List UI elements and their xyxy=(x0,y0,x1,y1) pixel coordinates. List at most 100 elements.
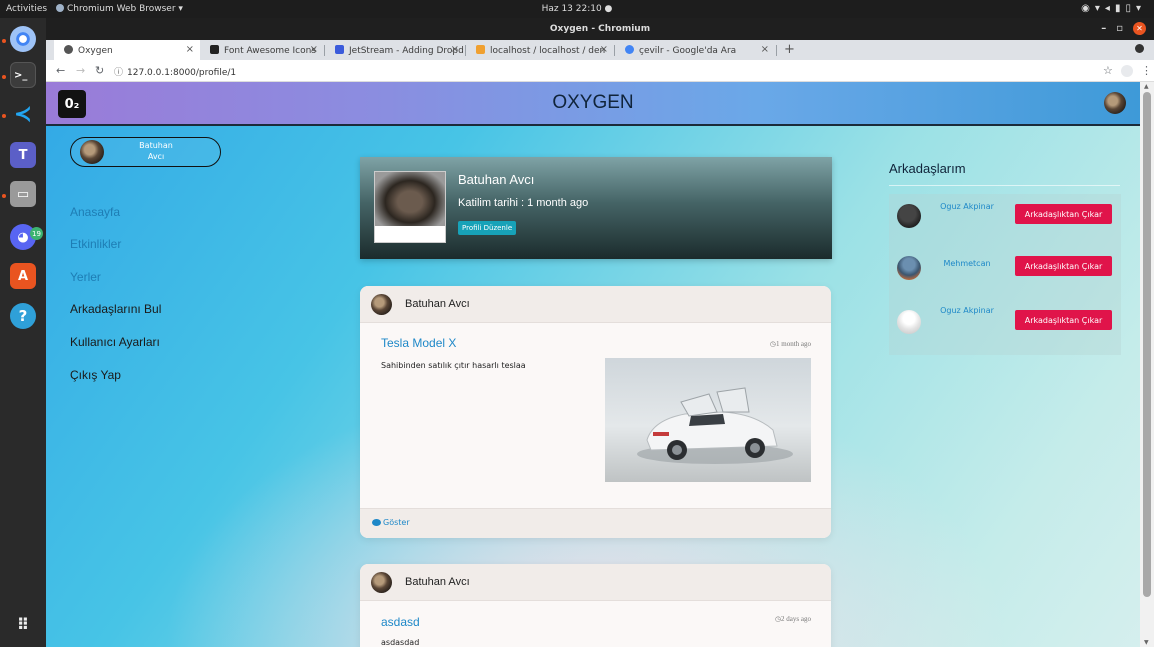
sidebar-item-cikis-yap[interactable]: Çıkış Yap xyxy=(70,368,121,382)
close-tab-icon[interactable]: × xyxy=(600,44,608,55)
post-author-name[interactable]: Batuhan Avcı xyxy=(405,576,470,588)
discord-notification-badge: 19 xyxy=(30,227,43,240)
tab-label: çevilr - Google'da Ara xyxy=(639,46,737,56)
jetstream-favicon-icon xyxy=(335,45,344,54)
tray-menu-chevron-icon[interactable]: ▾ xyxy=(1136,3,1146,14)
post-time-text: 1 month ago xyxy=(776,340,811,348)
avatar xyxy=(80,140,104,164)
reload-icon[interactable]: ↻ xyxy=(95,64,104,77)
close-tab-icon[interactable]: × xyxy=(761,44,769,55)
running-indicator xyxy=(2,114,6,118)
friend-item: Mehmetcan Arkadaşlıktan Çıkar xyxy=(889,248,1121,300)
site-info-icon[interactable]: ⓘ xyxy=(114,68,123,78)
profile-icon[interactable] xyxy=(1121,65,1133,77)
app-grid-icon[interactable]: ⠿ xyxy=(10,611,36,637)
friends-title: Arkadaşlarım xyxy=(889,161,966,176)
sidebar-user-pill[interactable]: Batuhan Avcı xyxy=(70,137,221,167)
software-store-icon[interactable]: A xyxy=(10,263,36,289)
sidebar-item-kullanici-ayarlari[interactable]: Kullanıcı Ayarları xyxy=(70,335,160,349)
tab-search-icon[interactable] xyxy=(1135,44,1144,53)
profile-photo xyxy=(374,171,446,243)
unfriend-button[interactable]: Arkadaşlıktan Çıkar xyxy=(1015,256,1112,276)
sidebar-item-arkadaslarini-bul[interactable]: Arkadaşlarını Bul xyxy=(70,302,161,316)
tab-phpmyadmin[interactable]: localhost / localhost / den × xyxy=(466,40,614,60)
post-author-avatar[interactable] xyxy=(371,294,392,315)
forward-arrow-icon[interactable]: → xyxy=(76,64,85,77)
post-time: ◷1 month ago xyxy=(770,340,811,348)
friend-name[interactable]: Oguz Akpinar xyxy=(917,306,1017,315)
edit-profile-button[interactable]: Profili Düzenle xyxy=(458,221,517,235)
bookmark-star-icon[interactable]: ☆ xyxy=(1103,64,1113,77)
close-tab-icon[interactable]: × xyxy=(310,44,318,55)
running-indicator xyxy=(2,194,6,198)
running-indicator xyxy=(2,39,6,43)
post-author-name[interactable]: Batuhan Avcı xyxy=(405,298,470,310)
tab-jetstream[interactable]: JetStream - Adding Dropd × xyxy=(325,40,465,60)
unfriend-button[interactable]: Arkadaşlıktan Çıkar xyxy=(1015,204,1112,224)
post-header: Batuhan Avcı xyxy=(360,564,831,601)
discord-tray-icon[interactable]: ◉ xyxy=(1081,3,1095,14)
friend-name[interactable]: Mehmetcan xyxy=(917,259,1017,268)
chromium-icon[interactable] xyxy=(10,26,36,52)
close-tab-icon[interactable]: × xyxy=(451,44,459,55)
close-window-icon[interactable]: ✕ xyxy=(1133,22,1146,35)
post-header: Batuhan Avcı xyxy=(360,286,831,323)
post-title[interactable]: asdasd xyxy=(381,615,420,629)
sidebar-item-yerler[interactable]: Yerler xyxy=(70,270,101,284)
post-image[interactable] xyxy=(605,358,811,482)
back-arrow-icon[interactable]: ← xyxy=(56,64,65,77)
volume-icon: ◂ xyxy=(1104,3,1115,14)
battery-icon: ▯ xyxy=(1125,3,1136,14)
scrollbar-thumb[interactable] xyxy=(1143,92,1151,597)
tab-font-awesome[interactable]: Font Awesome Icons × xyxy=(200,40,324,60)
tab-label: Font Awesome Icons xyxy=(224,46,317,56)
page-scrollbar[interactable]: ▲ ▼ xyxy=(1140,82,1154,647)
help-icon[interactable]: ? xyxy=(10,303,36,329)
kebab-menu-icon[interactable]: ⋮ xyxy=(1141,64,1152,77)
url-text: 127.0.0.1:8000/profile/1 xyxy=(127,68,237,78)
post-title[interactable]: Tesla Model X xyxy=(381,336,456,350)
friends-divider xyxy=(889,185,1120,186)
wifi-icon: ▾ xyxy=(1094,3,1105,14)
font-awesome-favicon-icon xyxy=(210,45,219,54)
site-navbar: 0₂ OXYGEN xyxy=(46,82,1140,126)
maximize-icon[interactable]: ▫ xyxy=(1116,23,1133,34)
sidebar-item-anasayfa[interactable]: Anasayfa xyxy=(70,205,120,219)
terminal-icon[interactable]: >_ xyxy=(10,62,36,88)
app-menu-label: Chromium Web Browser ▾ xyxy=(67,4,183,14)
teams-icon[interactable]: T xyxy=(10,142,36,168)
tab-oxygen[interactable]: Oxygen × xyxy=(54,40,200,60)
browser-window: Oxygen - Chromium –▫ ✕ Oxygen × Font Aweso… xyxy=(46,18,1154,647)
navbar-avatar[interactable] xyxy=(1104,92,1126,114)
tab-google-search[interactable]: çevilr - Google'da Ara × xyxy=(615,40,775,60)
profile-join-date: Katilim tarihi : 1 month ago xyxy=(458,197,589,209)
files-icon[interactable]: ▭ xyxy=(10,181,36,207)
unfriend-button[interactable]: Arkadaşlıktan Çıkar xyxy=(1015,310,1112,330)
sidebar-item-etkinlikler[interactable]: Etkinlikler xyxy=(70,237,121,251)
activities-button[interactable]: Activities xyxy=(6,4,47,14)
post-time: ◷2 days ago xyxy=(775,615,811,623)
comment-icon xyxy=(372,519,381,526)
app-menu[interactable]: Chromium Web Browser ▾ xyxy=(56,4,183,14)
friend-item: Oguz Akpinar Arkadaşlıktan Çıkar xyxy=(889,196,1121,248)
tab-label: Oxygen xyxy=(78,46,113,56)
sidebar-user-name: Batuhan Avcı xyxy=(139,141,173,161)
vscode-icon[interactable]: ≺ xyxy=(10,101,36,127)
system-top-bar: Activities Chromium Web Browser ▾ Haz 13… xyxy=(0,0,1154,18)
google-favicon-icon xyxy=(625,45,634,54)
address-bar[interactable]: ⓘ 127.0.0.1:8000/profile/1 xyxy=(114,63,1094,79)
friend-name[interactable]: Oguz Akpinar xyxy=(917,202,1017,211)
scroll-up-icon[interactable]: ▲ xyxy=(1144,83,1149,90)
phpmyadmin-favicon-icon xyxy=(476,45,485,54)
post-card: Batuhan Avcı Tesla Model X ◷1 month ago … xyxy=(360,286,831,538)
scroll-down-icon[interactable]: ▼ xyxy=(1144,639,1149,646)
close-tab-icon[interactable]: × xyxy=(186,44,194,55)
running-indicator xyxy=(2,75,6,79)
minimize-icon[interactable]: – xyxy=(1101,23,1116,34)
chromium-small-icon xyxy=(56,4,64,12)
show-comments-button[interactable]: Göster xyxy=(372,518,410,527)
tab-separator xyxy=(776,45,777,56)
post-author-avatar[interactable] xyxy=(371,572,392,593)
new-tab-button[interactable]: + xyxy=(784,42,795,57)
system-tray[interactable]: ◉▾◂▮▯▾ xyxy=(1081,3,1146,14)
